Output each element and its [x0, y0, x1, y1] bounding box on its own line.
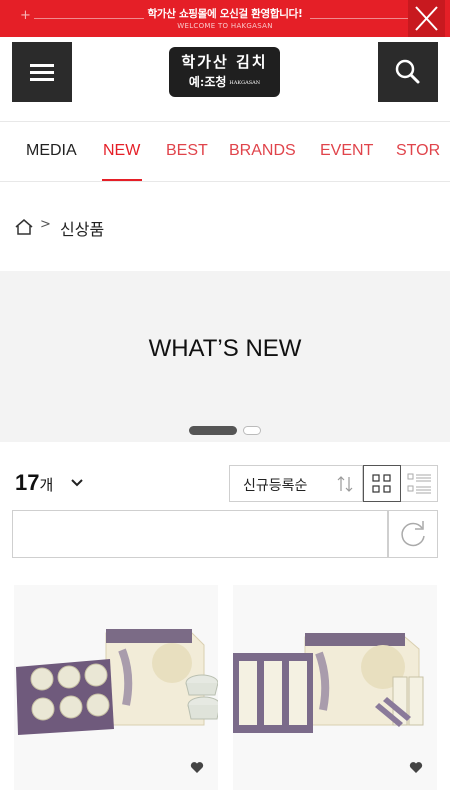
site-logo[interactable]: 학가산 김치 예:조청 HAKGASAN [169, 47, 280, 97]
nav-active-indicator [102, 179, 142, 181]
nav-item-store[interactable]: STOR [396, 142, 440, 160]
search-button[interactable] [378, 42, 438, 102]
welcome-banner: + 학가산 쇼핑몰에 오신걸 환영합니다! WELCOME TO HAKGASA… [0, 0, 450, 37]
refresh-button[interactable] [388, 510, 438, 558]
nav-item-new[interactable]: NEW [103, 142, 140, 160]
nav-item-event[interactable]: EVENT [320, 142, 373, 160]
banner-subtitle: WELCOME TO HAKGASAN [177, 22, 273, 30]
product-search-input[interactable] [12, 510, 388, 558]
category-nav: MEDIA NEW BEST BRANDS EVENT STOR [0, 121, 450, 182]
product-image-icon [16, 629, 218, 735]
grid-view-icon [372, 474, 391, 493]
logo-line2: 예:조청 HAKGASAN [188, 75, 261, 89]
sort-label: 신규등록순 [243, 478, 308, 494]
close-icon [415, 6, 438, 31]
product-card[interactable] [14, 585, 218, 790]
refresh-icon [401, 521, 425, 547]
list-view-button[interactable] [401, 465, 438, 502]
breadcrumb-current: 신상품 [60, 220, 105, 239]
nav-item-best[interactable]: BEST [166, 142, 208, 160]
home-icon[interactable] [14, 218, 34, 236]
site-header: 학가산 김치 예:조청 HAKGASAN [0, 37, 450, 121]
product-image-icon [233, 633, 424, 733]
grid-view-button[interactable] [363, 465, 401, 502]
logo-line1: 학가산 김치 [181, 53, 268, 71]
chevron-down-icon[interactable] [70, 478, 84, 488]
banner-close-button[interactable] [408, 0, 445, 37]
hero-banner: WHAT’S NEW [0, 271, 450, 442]
product-count-unit: 개 [39, 477, 54, 494]
product-card[interactable] [233, 585, 437, 790]
hamburger-menu-icon [30, 64, 54, 67]
heart-icon[interactable] [409, 761, 423, 774]
sort-select[interactable]: 신규등록순 [229, 465, 363, 502]
sort-arrows-icon [337, 476, 353, 492]
heart-icon[interactable] [190, 761, 204, 774]
nav-item-brands[interactable]: BRANDS [229, 142, 296, 160]
list-view-icon [407, 473, 431, 494]
breadcrumb-separator: > [40, 217, 51, 232]
logo-small-text: HAKGASAN [229, 79, 261, 86]
menu-button[interactable] [12, 42, 72, 102]
banner-message: 학가산 쇼핑몰에 오신걸 환영합니다! [147, 8, 303, 20]
product-count[interactable]: 17개 [15, 470, 53, 496]
nav-item-media[interactable]: MEDIA [26, 142, 77, 160]
search-icon [395, 59, 420, 84]
slide-indicator[interactable] [243, 426, 261, 435]
slide-indicator-active[interactable] [189, 426, 237, 435]
hero-title: WHAT’S NEW [148, 335, 302, 362]
